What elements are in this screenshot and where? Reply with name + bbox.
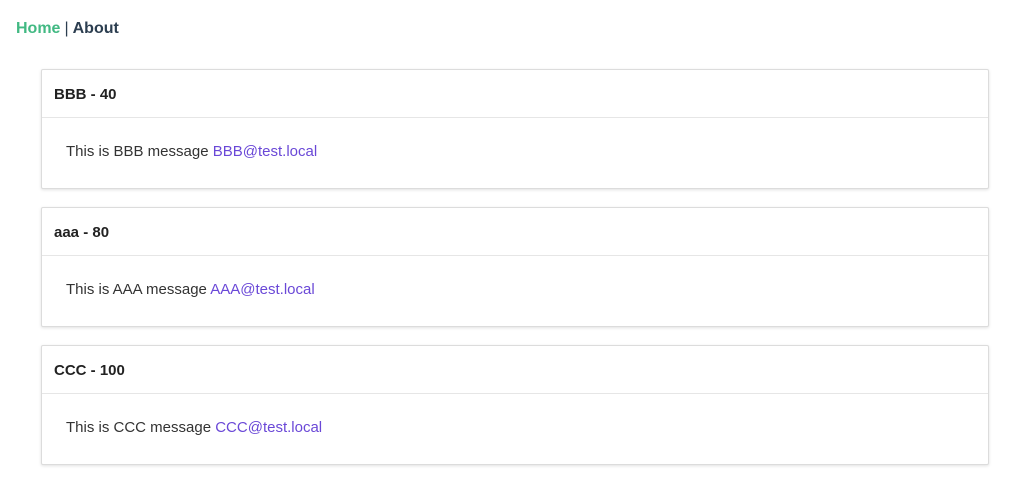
message-card: aaa - 80 This is AAA message AAA@test.lo…	[41, 207, 989, 327]
card-body: This is CCC message CCC@test.local	[42, 394, 988, 438]
card-body: This is BBB message BBB@test.local	[42, 118, 988, 162]
card-message: This is BBB message	[66, 143, 209, 160]
card-title: aaa - 80	[42, 208, 988, 256]
card-email-link[interactable]: AAA@test.local	[210, 281, 314, 298]
card-message: This is AAA message	[66, 281, 207, 298]
card-message: This is CCC message	[66, 419, 212, 436]
card-title: BBB - 40	[42, 70, 988, 118]
message-list: BBB - 40 This is BBB message BBB@test.lo…	[41, 69, 989, 483]
card-email-link[interactable]: BBB@test.local	[213, 143, 317, 160]
nav-separator: |	[64, 20, 69, 37]
nav-about-link[interactable]: About	[73, 20, 119, 37]
top-nav: Home | About	[16, 19, 119, 39]
nav-home-link[interactable]: Home	[16, 20, 60, 37]
card-title: CCC - 100	[42, 346, 988, 394]
card-body: This is AAA message AAA@test.local	[42, 256, 988, 300]
message-card: BBB - 40 This is BBB message BBB@test.lo…	[41, 69, 989, 189]
card-email-link[interactable]: CCC@test.local	[215, 419, 322, 436]
message-card: CCC - 100 This is CCC message CCC@test.l…	[41, 345, 989, 465]
